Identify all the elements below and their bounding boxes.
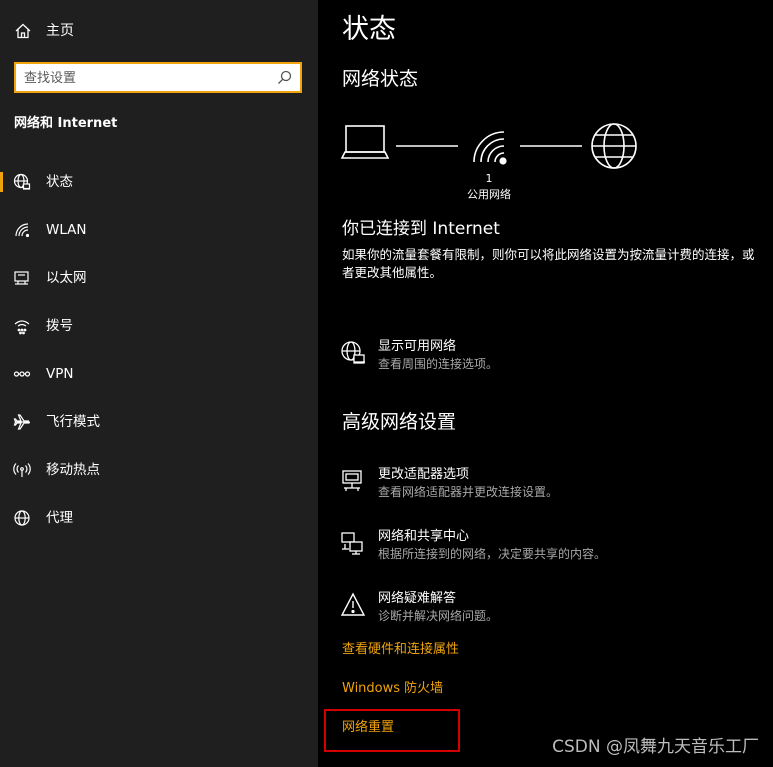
hardware-properties-link[interactable]: 查看硬件和连接属性: [342, 641, 459, 658]
connected-description: 如果你的流量套餐有限制，则你可以将此网络设置为按流量计费的连接，或者更改其他属性…: [342, 247, 755, 280]
setting-title: 更改适配器选项: [378, 467, 470, 482]
warning-icon: [340, 592, 366, 616]
globe-network-icon: [341, 341, 365, 364]
active-indicator: [0, 172, 3, 192]
setting-subtitle: 根据所连接到的网络，决定要共享的内容。: [378, 547, 607, 561]
globe-icon: [14, 510, 30, 526]
home-icon: [15, 23, 31, 39]
change-adapter-options[interactable]: 更改适配器选项 查看网络适配器并更改连接设置。: [340, 466, 760, 506]
setting-title: 网络和共享中心: [378, 529, 470, 544]
setting-subtitle: 查看网络适配器并更改连接设置。: [378, 485, 559, 499]
sidebar-item-label: 移动热点: [46, 462, 100, 478]
airplane-icon: [13, 414, 31, 430]
sidebar-item-label: 代理: [46, 510, 73, 526]
sidebar-item-label: WLAN: [46, 222, 87, 238]
sidebar-item-status[interactable]: 状态: [0, 162, 318, 202]
connected-heading: 你已连接到 Internet: [342, 219, 500, 239]
sidebar-item-label: 以太网: [46, 270, 87, 286]
laptop-icon: [340, 125, 390, 159]
network-sharing-center[interactable]: 网络和共享中心 根据所连接到的网络，决定要共享的内容。: [340, 528, 760, 568]
page-title: 状态: [342, 14, 396, 45]
sidebar-item-vpn[interactable]: VPN: [0, 354, 318, 394]
search-icon[interactable]: [277, 70, 292, 85]
search-input[interactable]: [24, 69, 274, 87]
sidebar-item-wlan[interactable]: WLAN: [0, 210, 318, 250]
hotspot-icon: [13, 463, 31, 477]
network-troubleshooter[interactable]: 网络疑难解答 诊断并解决网络问题。: [340, 590, 760, 630]
sidebar-item-ethernet[interactable]: 以太网: [0, 258, 318, 298]
wifi-signal-icon: [473, 131, 507, 165]
network-diagram: 1 公用网络: [340, 118, 650, 208]
sidebar-item-proxy[interactable]: 代理: [0, 498, 318, 538]
setting-title: 显示可用网络: [378, 339, 457, 354]
adapter-icon: [342, 470, 362, 491]
settings-window: 主页 网络和 Internet 状态: [0, 0, 773, 767]
vpn-icon: [13, 371, 31, 377]
setting-title: 网络疑难解答: [378, 591, 457, 606]
search-box[interactable]: [14, 62, 302, 93]
sidebar-item-label: 状态: [46, 174, 73, 190]
sidebar: 主页 网络和 Internet 状态: [0, 0, 318, 767]
network-status-heading: 网络状态: [342, 68, 419, 90]
home-nav-item[interactable]: 主页: [0, 14, 318, 48]
highlight-box: [324, 709, 460, 752]
sidebar-item-label: VPN: [46, 366, 74, 382]
main-panel: 状态 网络状态 1 公用网络 你已连接到 Internet 如果你的流量套餐有限…: [318, 0, 773, 767]
home-label: 主页: [46, 23, 74, 39]
windows-firewall-link[interactable]: Windows 防火墙: [342, 680, 443, 697]
sidebar-item-airplane[interactable]: 飞行模式: [0, 402, 318, 442]
advanced-settings-heading: 高级网络设置: [342, 411, 457, 433]
watermark: CSDN @凤舞九天音乐工厂: [552, 737, 759, 757]
network-type: 公用网络: [467, 188, 511, 201]
wifi-icon: [15, 223, 30, 238]
setting-subtitle: 诊断并解决网络问题。: [378, 609, 499, 623]
globe-internet-icon: [591, 123, 637, 169]
globe-status-icon: [13, 173, 31, 190]
setting-subtitle: 查看周围的连接选项。: [378, 357, 499, 371]
sharing-center-icon: [341, 532, 363, 555]
section-title: 网络和 Internet: [14, 116, 118, 131]
show-available-networks[interactable]: 显示可用网络 查看周围的连接选项。: [340, 338, 760, 378]
sidebar-item-label: 飞行模式: [46, 414, 100, 430]
ethernet-icon: [14, 271, 29, 285]
network-diagram-graphic: [340, 123, 637, 169]
sidebar-item-label: 拨号: [46, 318, 73, 334]
dialup-icon: [14, 320, 30, 335]
sidebar-item-dialup[interactable]: 拨号: [0, 306, 318, 346]
sidebar-item-hotspot[interactable]: 移动热点: [0, 450, 318, 490]
network-number: 1: [485, 172, 493, 185]
